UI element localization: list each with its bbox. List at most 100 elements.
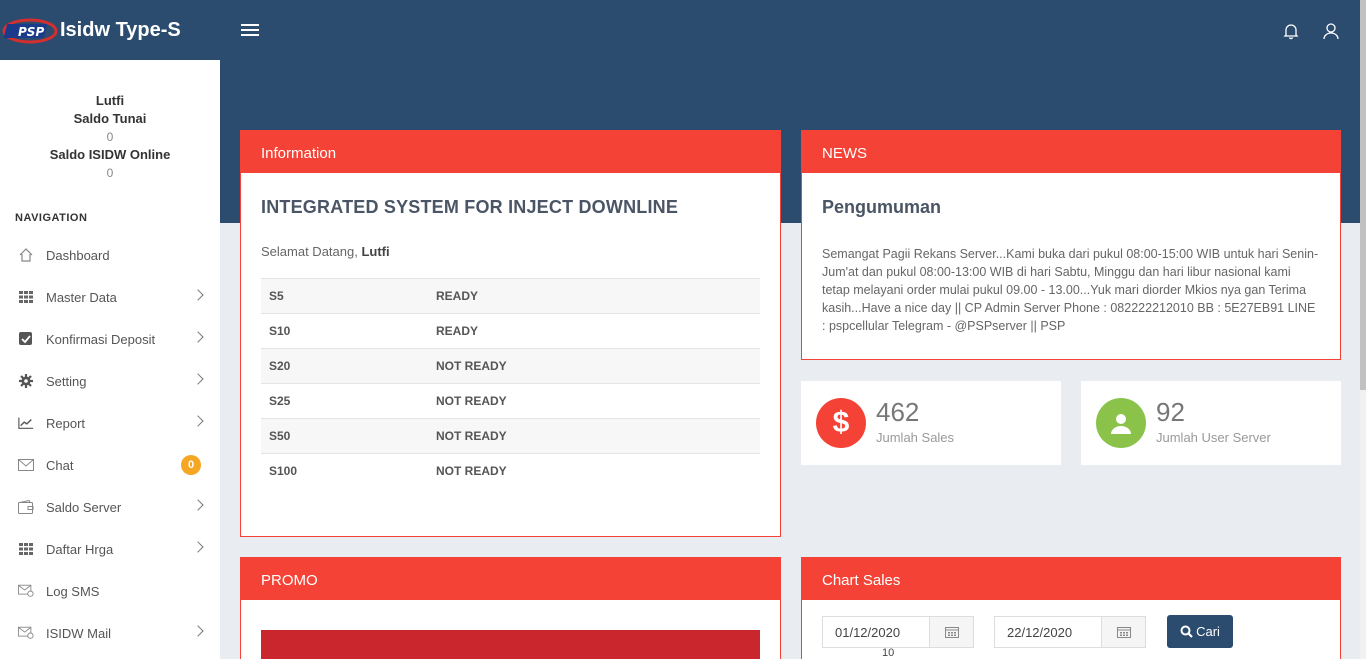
chevron-right-icon xyxy=(192,415,204,427)
nav-item-setting[interactable]: Setting xyxy=(0,360,220,402)
table-row: S50 NOT READY xyxy=(261,418,760,454)
users-count: 92 xyxy=(1156,397,1185,427)
sidebar: Lutfi Saldo Tunai 0 Saldo ISIDW Online 0… xyxy=(0,60,220,659)
menu-toggle-icon[interactable] xyxy=(241,24,259,40)
checkbox-icon xyxy=(18,331,34,347)
nav-item-master-data[interactable]: Master Data xyxy=(0,276,220,318)
product-status: NOT READY xyxy=(428,453,760,489)
promo-panel: PROMO xyxy=(240,557,781,659)
nav-item-label: Daftar Hrga xyxy=(46,541,114,557)
product-status: NOT READY xyxy=(428,348,760,384)
nav-item-label: Report xyxy=(46,415,86,431)
grid-icon xyxy=(18,541,34,557)
nav-item-chat[interactable]: Chat 0 xyxy=(0,444,220,486)
date-from-input[interactable]: 01/12/2020 xyxy=(822,616,974,648)
users-label: Jumlah User Server xyxy=(1156,430,1271,445)
chevron-right-icon xyxy=(192,541,204,553)
y-axis-tick: 10 xyxy=(882,647,895,659)
calendar-icon[interactable] xyxy=(1101,617,1145,647)
nav-item-label: Konfirmasi Deposit xyxy=(46,331,156,347)
product-status: NOT READY xyxy=(428,383,760,419)
table-row: S100 NOT READY xyxy=(261,453,760,489)
product-status: NOT READY xyxy=(428,418,760,454)
saldo-tunai-value: 0 xyxy=(106,130,114,144)
user-icon[interactable] xyxy=(1322,22,1340,40)
user-info: Lutfi Saldo Tunai 0 Saldo ISIDW Online 0 xyxy=(0,60,220,182)
chevron-right-icon xyxy=(192,373,204,385)
nav-item-report[interactable]: Report xyxy=(0,402,220,444)
date-to-input[interactable]: 22/12/2020 xyxy=(994,616,1146,648)
calendar-icon[interactable] xyxy=(929,617,973,647)
mail-icon xyxy=(18,457,34,473)
product-code: S10 xyxy=(261,313,428,349)
sales-stat-card: $ 462 Jumlah Sales xyxy=(801,381,1061,465)
date-from-value: 01/12/2020 xyxy=(835,625,901,640)
panel-header: PROMO xyxy=(241,558,780,600)
chevron-right-icon xyxy=(192,289,204,301)
chevron-right-icon xyxy=(192,499,204,511)
product-code: S50 xyxy=(261,418,428,454)
wallet-icon xyxy=(18,499,34,515)
nav-item-dashboard[interactable]: Dashboard xyxy=(0,234,220,276)
nav-item-label: Saldo Server xyxy=(46,499,122,515)
news-title: Pengumuman xyxy=(822,197,942,217)
home-icon xyxy=(18,247,34,263)
nav-title: NAVIGATION xyxy=(15,212,88,224)
news-body: Semangat Pagii Rekans Server...Kami buka… xyxy=(822,247,1319,333)
bell-icon[interactable] xyxy=(1282,22,1300,40)
panel-header: Information xyxy=(241,131,780,173)
promo-banner-image[interactable] xyxy=(261,630,760,659)
product-code: S5 xyxy=(261,278,428,314)
chart-line-icon xyxy=(18,415,34,431)
nav-item-label: ISIDW Mail xyxy=(46,625,111,641)
user-icon xyxy=(1096,398,1146,448)
brand[interactable]: PSP Isidw Type-S xyxy=(0,0,220,60)
news-panel: NEWS Pengumuman Semangat Pagii Rekans Se… xyxy=(801,130,1341,360)
grid-icon xyxy=(18,289,34,305)
nav-item-label: Log SMS xyxy=(46,583,100,599)
information-panel: Information INTEGRATED SYSTEM FOR INJECT… xyxy=(240,130,781,537)
app-title: Isidw Type-S xyxy=(60,18,181,41)
date-to-value: 22/12/2020 xyxy=(1007,625,1073,640)
dollar-icon: $ xyxy=(816,398,866,448)
table-row: S10 READY xyxy=(261,313,760,349)
page-scrollbar[interactable] xyxy=(1360,0,1366,659)
welcome-name: Lutfi xyxy=(361,244,390,259)
sales-count: 462 xyxy=(876,397,920,427)
product-code: S20 xyxy=(261,348,428,384)
nav-item-daftar-harga[interactable]: Daftar Hrga xyxy=(0,528,220,570)
chevron-right-icon xyxy=(192,625,204,637)
search-button[interactable]: Cari xyxy=(1167,615,1233,648)
nav-item-label: Master Data xyxy=(46,289,117,305)
nav-item-log-sms[interactable]: Log SMS xyxy=(0,570,220,612)
scrollbar-thumb[interactable] xyxy=(1360,0,1366,390)
nav-item-label: Setting xyxy=(46,373,87,389)
svg-text:PSP: PSP xyxy=(18,25,44,39)
saldo-online-value: 0 xyxy=(106,166,114,180)
table-row: S20 NOT READY xyxy=(261,348,760,384)
search-icon xyxy=(1180,625,1193,638)
chat-count-badge: 0 xyxy=(181,455,201,475)
welcome-prefix: Selamat Datang, xyxy=(261,244,358,259)
table-row: S5 READY xyxy=(261,278,760,314)
nav-item-isidw-mail[interactable]: ISIDW Mail xyxy=(0,612,220,654)
panel-header: NEWS xyxy=(802,131,1340,173)
nav-item-konfirmasi-deposit[interactable]: Konfirmasi Deposit xyxy=(0,318,220,360)
nav-menu: Dashboard Master Data Konfirmasi Deposit… xyxy=(0,234,220,654)
gear-icon xyxy=(18,373,34,389)
panel-header: Chart Sales xyxy=(802,558,1340,600)
product-status: READY xyxy=(428,313,760,349)
sms-icon xyxy=(18,583,34,599)
user-name: Lutfi xyxy=(95,93,125,108)
nav-item-label: Dashboard xyxy=(46,247,110,263)
chart-sales-panel: Chart Sales 01/12/2020 22/12/2020 Cari 1… xyxy=(801,557,1341,659)
nav-item-saldo-server[interactable]: Saldo Server xyxy=(0,486,220,528)
status-table: S5 READY S10 READY S20 NOT READY S25 NOT REA… xyxy=(261,278,760,489)
mail-icon xyxy=(18,625,34,641)
table-row: S25 NOT READY xyxy=(261,383,760,419)
welcome-text: Selamat Datang, Lutfi xyxy=(261,244,760,259)
saldo-tunai-label: Saldo Tunai xyxy=(73,111,147,126)
nav-item-label: Chat xyxy=(46,457,74,473)
search-button-label: Cari xyxy=(1196,624,1220,639)
psp-logo: PSP xyxy=(2,14,58,46)
